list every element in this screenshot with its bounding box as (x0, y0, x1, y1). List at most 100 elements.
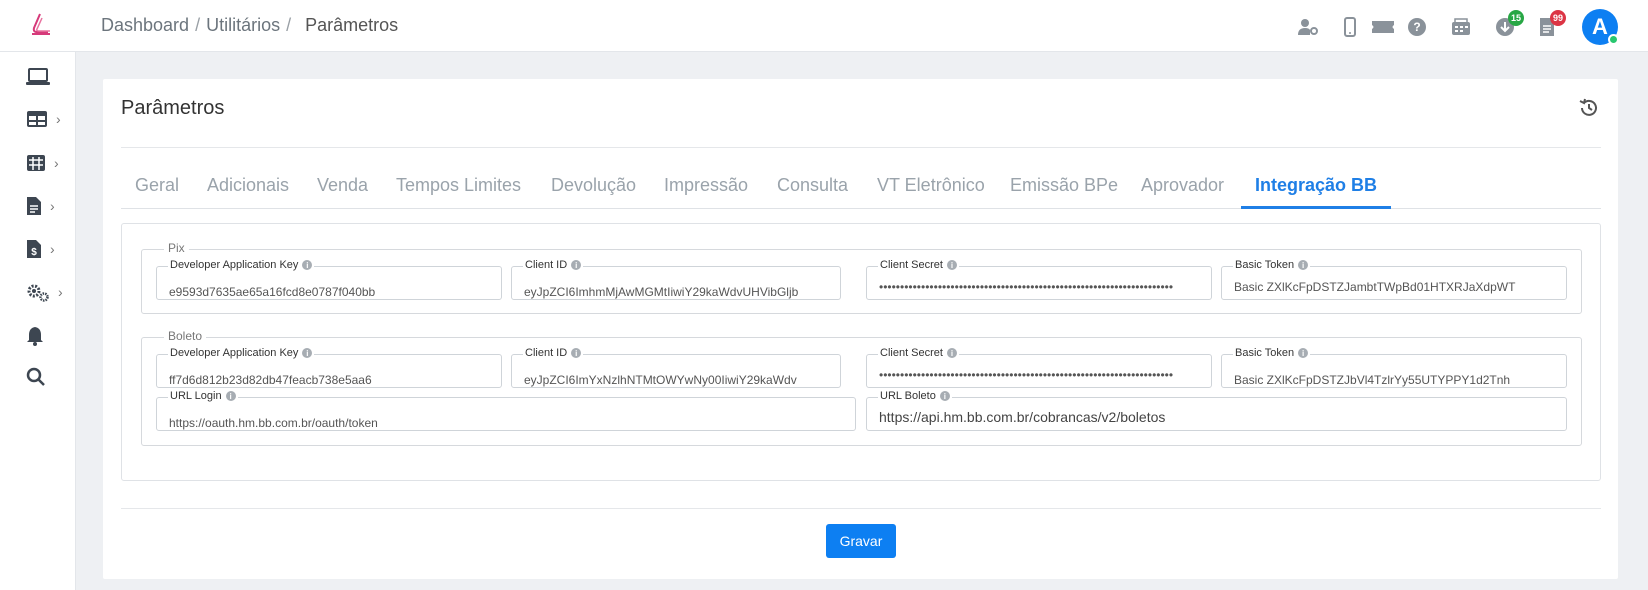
user-avatar[interactable]: A (1582, 9, 1619, 45)
pix-dev-key-field[interactable] (156, 266, 502, 300)
boleto-client-id-label: Client ID i (523, 347, 584, 359)
pix-basic-token-field[interactable] (1221, 266, 1567, 300)
online-status-dot (1608, 34, 1619, 45)
sidebar-item-search[interactable] (26, 365, 66, 389)
info-icon[interactable]: i (939, 391, 950, 401)
integration-panel: Pix Developer Application Keyi Client ID… (121, 223, 1601, 481)
sidebar-item-settings[interactable]: › (26, 280, 66, 304)
boleto-client-secret-input[interactable] (867, 355, 1211, 387)
sidebar-item-invoice[interactable]: $ › (26, 237, 66, 261)
help-icon[interactable]: ? (1406, 16, 1428, 38)
info-icon[interactable]: i (302, 260, 313, 270)
pix-client-id-label-text: Client ID (525, 259, 568, 271)
breadcrumb: Dashboard / Utilitários / Parâmetros (101, 15, 398, 36)
sidebar-item-grid[interactable]: › (26, 151, 66, 175)
history-icon[interactable] (1578, 97, 1600, 119)
tab-emissao-bpe[interactable]: Emissão BPe (1010, 163, 1118, 209)
sidebar-item-dashboard[interactable] (26, 65, 66, 89)
boleto-url-login-label: URL Login i (168, 390, 238, 402)
info-icon[interactable]: i (1298, 260, 1309, 270)
footer-divider (121, 508, 1601, 509)
svg-text:$: $ (31, 247, 37, 258)
user-key-icon[interactable] (1297, 16, 1319, 38)
boleto-basic-token-label: Basic Token i (1233, 347, 1311, 359)
boleto-url-boleto-field[interactable] (866, 397, 1567, 431)
app-logo[interactable] (26, 12, 54, 40)
pix-client-id-field[interactable] (511, 266, 841, 300)
tab-impressao[interactable]: Impressão (664, 163, 748, 209)
info-icon[interactable]: i (1298, 348, 1309, 358)
boleto-client-id-field[interactable] (511, 354, 841, 388)
pix-client-secret-label-text: Client Secret (880, 259, 943, 271)
download-badge: 15 (1507, 10, 1524, 26)
tab-tempos-limites[interactable]: Tempos Limites (396, 163, 521, 209)
chevron-right-icon: › (58, 284, 63, 300)
breadcrumb-utilitarios[interactable]: Utilitários (206, 15, 280, 36)
save-button[interactable]: Gravar (826, 524, 896, 558)
chevron-right-icon: › (50, 198, 55, 214)
info-icon[interactable]: i (946, 260, 957, 270)
boleto-group: Boleto Developer Application Keyi Client… (141, 329, 1582, 446)
breadcrumb-dashboard[interactable]: Dashboard (101, 15, 189, 36)
tab-adicionais[interactable]: Adicionais (207, 163, 289, 209)
boleto-dev-key-field[interactable] (156, 354, 502, 388)
boleto-client-id-input[interactable] (512, 355, 840, 387)
sidebar-item-notifications[interactable] (26, 324, 66, 348)
boleto-dev-key-input[interactable] (157, 355, 501, 387)
pix-group: Pix Developer Application Keyi Client ID… (141, 241, 1582, 314)
fax-icon[interactable] (1450, 16, 1472, 38)
boleto-dev-key-label-text: Developer Application Key (170, 347, 299, 359)
breadcrumb-separator: / (195, 15, 201, 35)
pix-client-secret-field[interactable] (866, 266, 1212, 300)
boleto-url-login-input[interactable] (157, 398, 855, 430)
boleto-url-boleto-label: URL Boleto i (878, 390, 952, 402)
file-dollar-icon: $ (27, 240, 41, 258)
breadcrumb-separator: / (286, 15, 292, 35)
bell-icon (27, 327, 43, 346)
table-icon (27, 111, 47, 127)
document-icon[interactable]: 99 (1536, 10, 1566, 38)
boleto-basic-token-label-text: Basic Token (1235, 347, 1295, 359)
info-icon[interactable]: i (571, 348, 582, 358)
page-title: Parâmetros (121, 97, 225, 119)
sidebar-item-table[interactable]: › (26, 107, 66, 131)
gears-icon (27, 284, 49, 302)
pix-basic-token-input[interactable] (1222, 267, 1566, 299)
pix-dev-key-label: Developer Application Key i (168, 259, 315, 271)
mobile-icon[interactable] (1339, 16, 1361, 38)
tab-vt-eletronico[interactable]: VT Eletrônico (877, 163, 985, 209)
tab-devolucao[interactable]: Devolução (551, 163, 636, 209)
pix-dev-key-input[interactable] (157, 267, 501, 299)
boleto-client-secret-field[interactable] (866, 354, 1212, 388)
info-icon[interactable]: i (225, 391, 236, 401)
boleto-url-login-field[interactable] (156, 397, 856, 431)
sidebar-item-documents[interactable]: › (26, 194, 66, 218)
info-icon[interactable]: i (571, 260, 582, 270)
breadcrumb-current: Parâmetros (305, 15, 399, 35)
tab-aprovador[interactable]: Aprovador (1141, 163, 1224, 209)
boleto-url-login-label-text: URL Login (170, 390, 222, 402)
tab-venda[interactable]: Venda (317, 163, 368, 209)
info-icon[interactable]: i (302, 348, 313, 358)
pix-client-id-input[interactable] (512, 267, 840, 299)
boleto-client-id-label-text: Client ID (525, 347, 568, 359)
main-card: Parâmetros Geral Adicionais Venda Tempos… (103, 79, 1618, 579)
boleto-url-boleto-input[interactable] (867, 398, 1566, 430)
ticket-icon[interactable] (1372, 16, 1394, 38)
sidebar: › › › $ › › (0, 52, 76, 590)
info-icon[interactable]: i (946, 348, 957, 358)
boleto-basic-token-field[interactable] (1221, 354, 1567, 388)
tab-integracao-bb[interactable]: Integração BB (1241, 163, 1392, 209)
pix-client-secret-input[interactable] (867, 267, 1211, 299)
tab-consulta[interactable]: Consulta (777, 163, 848, 209)
chevron-right-icon: › (50, 241, 55, 257)
tab-geral[interactable]: Geral (135, 163, 179, 209)
svg-text:?: ? (1413, 20, 1420, 34)
boleto-client-secret-label-text: Client Secret (880, 347, 943, 359)
chevron-right-icon: › (56, 111, 61, 127)
download-icon[interactable]: 15 (1494, 10, 1524, 38)
pix-client-secret-label: Client Secret i (878, 259, 959, 271)
title-divider (121, 147, 1601, 148)
boleto-basic-token-input[interactable] (1222, 355, 1566, 387)
pix-client-id-label: Client ID i (523, 259, 584, 271)
